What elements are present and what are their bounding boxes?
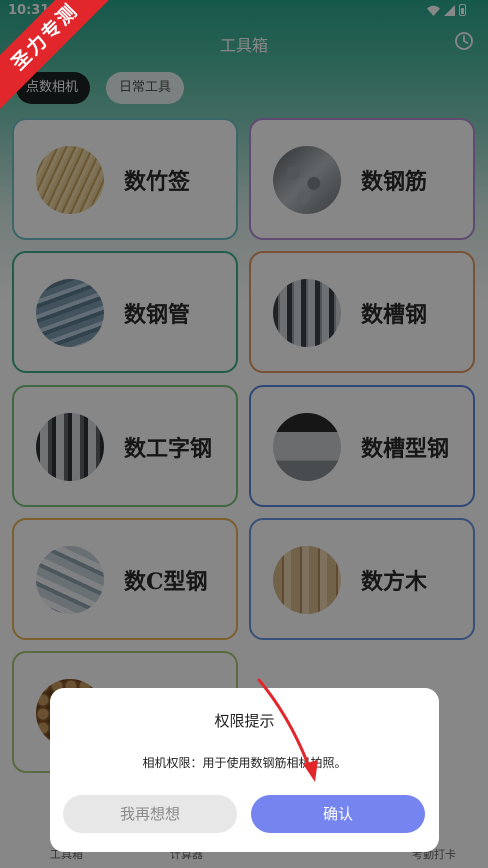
cancel-button[interactable]: 我再想想: [63, 795, 237, 833]
dialog-title: 权限提示: [214, 712, 275, 730]
confirm-button[interactable]: 确认: [251, 795, 425, 833]
dialog-message: 相机权限：用于使用数钢筋相机拍照。: [142, 756, 347, 770]
red-arrow-annotation-icon: [257, 678, 318, 782]
permission-dialog: 权限提示 相机权限：用于使用数钢筋相机拍照。 我再想想 确认: [50, 688, 439, 852]
